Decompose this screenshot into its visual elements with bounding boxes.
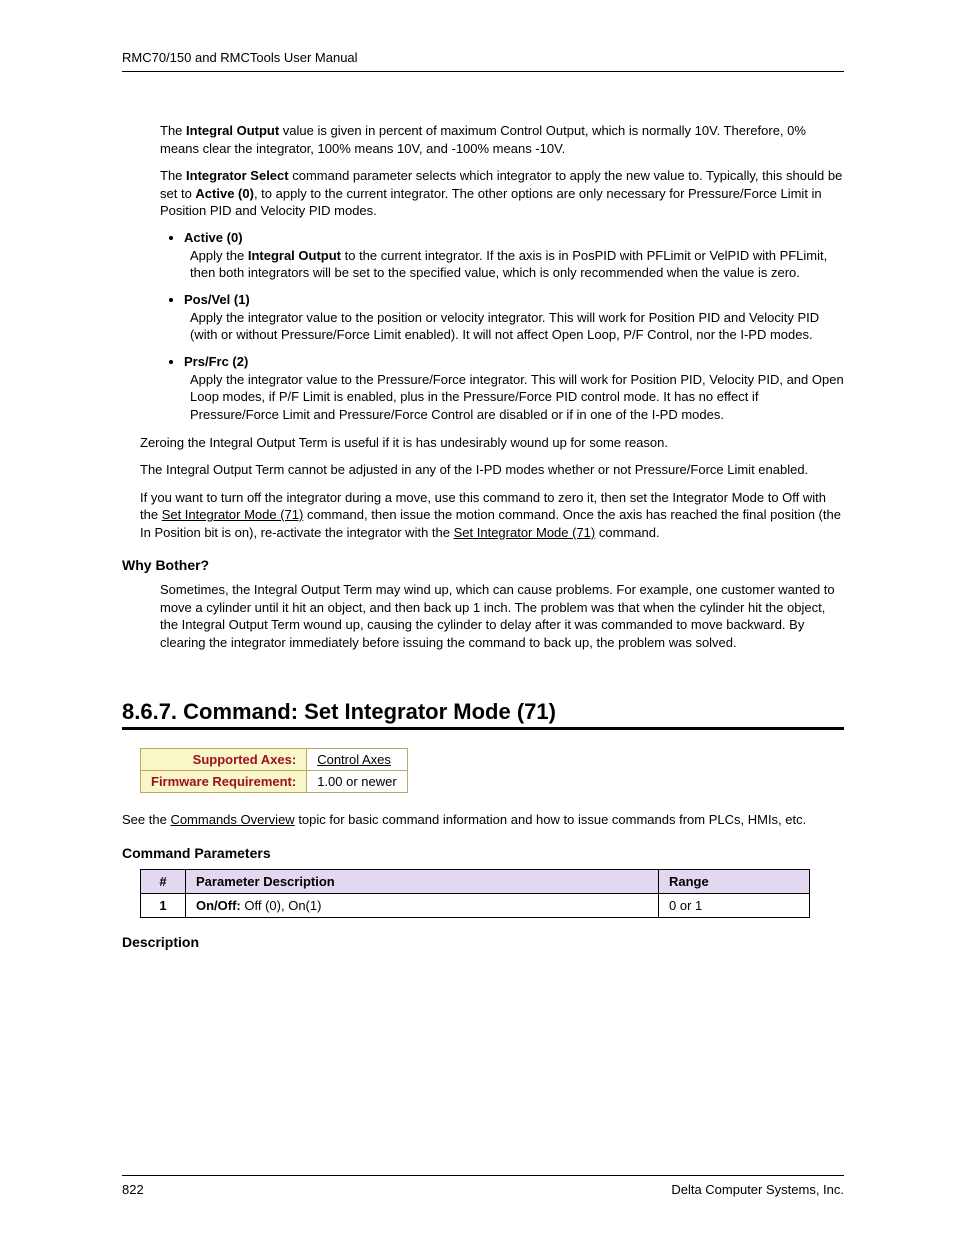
subheading-why-bother: Why Bother? — [122, 557, 844, 573]
bullet-heading: Prs/Frc (2) — [184, 354, 844, 369]
bullet-body: Apply the Integral Output to the current… — [190, 247, 844, 282]
cell-number: 1 — [141, 894, 186, 918]
subheading-description: Description — [122, 934, 844, 950]
page-footer: 822 Delta Computer Systems, Inc. — [122, 1175, 844, 1197]
text: , to apply to the current integrator. Th… — [160, 186, 822, 219]
link-set-integrator-mode[interactable]: Set Integrator Mode (71) — [454, 525, 596, 540]
table-row: Supported Axes: Control Axes — [141, 749, 408, 771]
table-header-row: # Parameter Description Range — [141, 870, 810, 894]
subheading-command-parameters: Command Parameters — [122, 845, 844, 861]
paragraph: If you want to turn off the integrator d… — [140, 489, 844, 542]
paragraph: The Integrator Select command parameter … — [160, 167, 844, 220]
section-rule — [122, 727, 844, 730]
link-control-axes[interactable]: Control Axes — [317, 752, 391, 767]
link-set-integrator-mode[interactable]: Set Integrator Mode (71) — [162, 507, 304, 522]
bullet-body: Apply the integrator value to the positi… — [190, 309, 844, 344]
text-bold: Integral Output — [248, 248, 341, 263]
col-header-range: Range — [659, 870, 810, 894]
text-bold: 1 — [159, 898, 166, 913]
col-header-description: Parameter Description — [186, 870, 659, 894]
text: command. — [595, 525, 659, 540]
table-row: Firmware Requirement: 1.00 or newer — [141, 771, 408, 793]
text: Off (0), On(1) — [241, 898, 322, 913]
paragraph: The Integral Output Term cannot be adjus… — [140, 461, 844, 479]
text: The — [160, 123, 186, 138]
parameters-table: # Parameter Description Range 1 On/Off: … — [140, 869, 810, 918]
list-item: Active (0) Apply the Integral Output to … — [184, 230, 844, 282]
section-title: 8.6.7. Command: Set Integrator Mode (71) — [122, 699, 844, 725]
text-bold: Integrator Select — [186, 168, 289, 183]
page-header: RMC70/150 and RMCTools User Manual — [122, 50, 844, 72]
bullet-heading: Pos/Vel (1) — [184, 292, 844, 307]
cell-description: On/Off: Off (0), On(1) — [186, 894, 659, 918]
info-value: 1.00 or newer — [307, 771, 408, 793]
bullet-body: Apply the integrator value to the Pressu… — [190, 371, 844, 424]
link-commands-overview[interactable]: Commands Overview — [170, 812, 294, 827]
bullet-list: Active (0) Apply the Integral Output to … — [160, 230, 844, 424]
text-bold: Active (0) — [195, 186, 254, 201]
text-bold: On/Off: — [196, 898, 241, 913]
paragraph: Zeroing the Integral Output Term is usef… — [140, 434, 844, 452]
page-number: 822 — [122, 1182, 144, 1197]
text: See the — [122, 812, 170, 827]
list-item: Prs/Frc (2) Apply the integrator value t… — [184, 354, 844, 424]
info-table: Supported Axes: Control Axes Firmware Re… — [140, 748, 408, 793]
text: topic for basic command information and … — [295, 812, 807, 827]
bullet-heading: Active (0) — [184, 230, 844, 245]
paragraph: Sometimes, the Integral Output Term may … — [160, 581, 844, 651]
cell-range: 0 or 1 — [659, 894, 810, 918]
info-value: Control Axes — [307, 749, 408, 771]
paragraph: See the Commands Overview topic for basi… — [122, 811, 844, 829]
info-label: Firmware Requirement: — [141, 771, 307, 793]
text-bold: Integral Output — [186, 123, 279, 138]
paragraph: The Integral Output value is given in pe… — [160, 122, 844, 157]
col-header-number: # — [141, 870, 186, 894]
company-name: Delta Computer Systems, Inc. — [671, 1182, 844, 1197]
text: The — [160, 168, 186, 183]
table-row: 1 On/Off: Off (0), On(1) 0 or 1 — [141, 894, 810, 918]
text: Apply the — [190, 248, 248, 263]
list-item: Pos/Vel (1) Apply the integrator value t… — [184, 292, 844, 344]
info-label: Supported Axes: — [141, 749, 307, 771]
